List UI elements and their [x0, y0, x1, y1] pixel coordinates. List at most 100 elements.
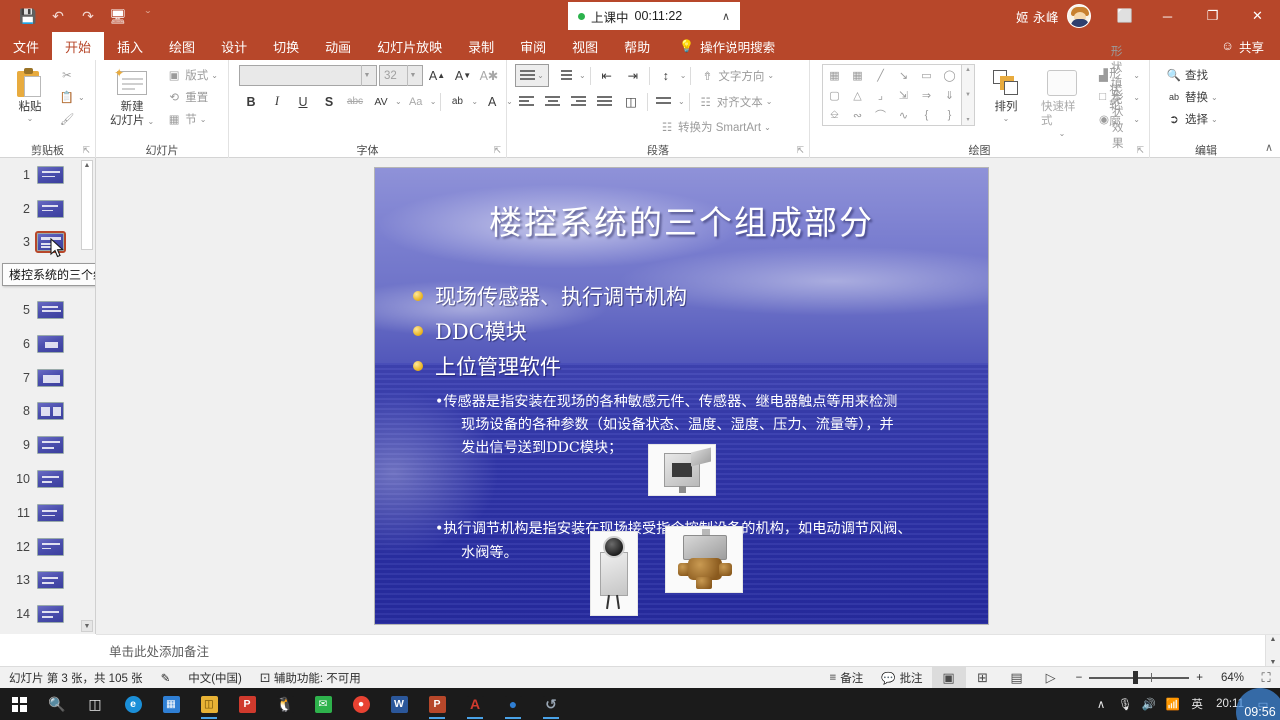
thumbnail-preview[interactable]	[37, 402, 64, 421]
thumbnail-preview[interactable]	[37, 301, 64, 320]
font-size-input[interactable]: 32 ▼	[379, 65, 423, 86]
tab-draw[interactable]: 绘图	[156, 32, 208, 60]
thumbnail-preview[interactable]	[37, 605, 64, 624]
shapes-more-icon[interactable]: ▾	[966, 116, 969, 123]
font-color-button[interactable]: A	[480, 90, 504, 113]
elbow-connector-icon[interactable]: ⌟	[878, 89, 883, 102]
fit-slide-to-window-button[interactable]: ⛶	[1252, 667, 1280, 689]
align-right-button[interactable]	[567, 90, 591, 113]
redo-icon[interactable]: ↷	[74, 3, 102, 29]
line-spacing-button[interactable]: ↕	[654, 64, 678, 87]
location-app-taskbar-icon[interactable]: ●	[494, 688, 532, 720]
scroll-up-icon[interactable]: ▲	[965, 67, 971, 73]
right-brace-shape-icon[interactable]: }	[948, 109, 952, 121]
spelling-check-icon[interactable]: ✎	[152, 667, 180, 689]
paragraph-dialog-launcher-icon[interactable]: ⇱	[796, 145, 804, 156]
shapes-grid[interactable]: ▦ ▦ ╱ ↘ ▭ ◯ ▢ △ ⌟ ⇲ ⇒ ⇓ ⎒ ∾ ⌒ ∿ {}	[822, 64, 962, 126]
thumbnail-preview[interactable]	[37, 503, 64, 522]
bullets-button[interactable]: ⌄	[515, 64, 549, 87]
zoom-control[interactable]: − + 64%	[1068, 671, 1252, 685]
thumbnail-preview[interactable]	[37, 368, 64, 387]
change-case-button[interactable]: Aa	[404, 90, 428, 113]
character-spacing-button[interactable]: AV	[369, 90, 393, 113]
convert-to-smartart-button[interactable]: ☷ 转换为 SmartArt ⌄	[655, 116, 775, 138]
tab-animations[interactable]: 动画	[312, 32, 364, 60]
tab-view[interactable]: 视图	[559, 32, 611, 60]
slide-bullet-item[interactable]: 现场传感器、执行调节机构	[413, 278, 953, 313]
freeform-shape-icon[interactable]: ∾	[853, 109, 862, 122]
store-taskbar-icon[interactable]: ▦	[152, 688, 190, 720]
chevron-down-icon[interactable]: ⌄	[148, 117, 155, 127]
customize-quick-access-icon[interactable]: ˇ	[134, 3, 162, 29]
arc-shape-icon[interactable]: ⌒	[875, 107, 886, 123]
tab-record[interactable]: 录制	[455, 32, 507, 60]
reset-button[interactable]: ⟲ 重置	[162, 86, 222, 108]
decrease-indent-button[interactable]: ⇤	[595, 64, 619, 87]
shape-effects-button[interactable]: ◉ 形状效果 ⌄	[1095, 90, 1144, 150]
accessibility-status[interactable]: ⚀ 辅助功能: 不可用	[251, 667, 370, 689]
tab-file[interactable]: 文件	[0, 32, 52, 60]
clipboard-dialog-launcher-icon[interactable]: ⇱	[82, 145, 90, 156]
start-button[interactable]	[0, 688, 38, 720]
font-name-dropdown-icon[interactable]: ▼	[361, 65, 372, 86]
wechat-taskbar-icon[interactable]: ✉	[304, 688, 342, 720]
triangle-shape-icon[interactable]: △	[853, 89, 861, 102]
chevron-up-icon[interactable]: ∧	[722, 10, 730, 23]
underline-button[interactable]: U	[291, 90, 315, 113]
zoom-slider[interactable]	[1089, 671, 1190, 685]
reading-view-button[interactable]: ▤	[1000, 667, 1034, 689]
tab-review[interactable]: 审阅	[507, 32, 559, 60]
tab-slideshow[interactable]: 幻灯片放映	[364, 32, 455, 60]
word-taskbar-icon[interactable]: W	[380, 688, 418, 720]
font-size-dropdown-icon[interactable]: ▼	[407, 65, 418, 86]
format-painter-button[interactable]: 🖌	[55, 108, 89, 130]
numbering-button[interactable]	[551, 64, 577, 87]
bold-button[interactable]: B	[239, 90, 263, 113]
network-icon[interactable]: 📶	[1162, 688, 1184, 720]
ddc-module-photo[interactable]	[648, 444, 716, 496]
start-slideshow-icon[interactable]: 🖥	[104, 3, 132, 29]
paste-button[interactable]: 粘贴 ⌄	[5, 64, 55, 126]
slide-title[interactable]: 楼控系统的三个组成部分	[375, 196, 988, 244]
section-button[interactable]: ▦ 节 ⌄	[162, 108, 222, 130]
scroll-up-icon[interactable]: ▲	[1270, 636, 1277, 643]
cut-button[interactable]: ✂	[55, 64, 89, 86]
decrease-font-size-button[interactable]: A ▼	[451, 64, 475, 87]
taskbar-search-button[interactable]: 🔍	[38, 688, 76, 720]
justify-button[interactable]	[593, 90, 617, 113]
thumbnail-scrollbar-thumb[interactable]: ▲	[81, 160, 93, 250]
restore-button[interactable]: ❐	[1190, 0, 1235, 32]
thumbnail-preview[interactable]	[37, 571, 64, 590]
slideshow-view-button[interactable]: ▷	[1034, 667, 1068, 689]
slide-thumbnail-pane[interactable]: 1 2 3 4 5 6 7 8	[0, 158, 96, 634]
zoom-percentage[interactable]: 64%	[1210, 672, 1244, 684]
avatar[interactable]	[1067, 4, 1091, 28]
notes-pane[interactable]: 单击此处添加备注 ▲ ▼	[96, 634, 1280, 667]
scroll-up-icon[interactable]: ▲	[82, 161, 92, 171]
rounded-rect-shape-icon[interactable]: ▢	[829, 89, 839, 102]
increase-font-size-button[interactable]: A ▲	[425, 64, 449, 87]
strikethrough-button[interactable]: abc	[343, 90, 367, 113]
scroll-down-icon[interactable]: ▼	[965, 92, 971, 98]
zoom-in-button[interactable]: +	[1196, 672, 1203, 684]
task-view-button[interactable]: ◫	[76, 688, 114, 720]
thumbnail-preview[interactable]	[37, 470, 64, 489]
thumbnail-preview[interactable]	[37, 436, 64, 455]
slide-sorter-view-button[interactable]: ⊞	[966, 667, 1000, 689]
show-hidden-icons-button[interactable]: ∧	[1090, 688, 1112, 720]
arrange-button[interactable]: 排列 ⌄	[981, 64, 1031, 126]
powerpoint-taskbar-icon[interactable]: P	[418, 688, 456, 720]
ime-indicator[interactable]: 英	[1186, 688, 1208, 720]
tab-help[interactable]: 帮助	[611, 32, 663, 60]
font-dialog-launcher-icon[interactable]: ⇱	[493, 145, 501, 156]
copy-button[interactable]: 📋 ⌄	[55, 86, 89, 108]
text-shadow-button[interactable]: S	[317, 90, 341, 113]
right-arrow-shape-icon[interactable]: ⇒	[922, 89, 931, 102]
drawing-dialog-launcher-icon[interactable]: ⇱	[1136, 145, 1144, 156]
text-direction-button[interactable]: ⇮ 文字方向 ⌄	[695, 65, 778, 87]
volume-icon[interactable]: 🔊	[1138, 688, 1160, 720]
slide-bullet-list[interactable]: 现场传感器、执行调节机构 DDC模块 上位管理软件	[413, 278, 953, 383]
file-explorer-taskbar-icon[interactable]: ◫	[190, 688, 228, 720]
account-name[interactable]: 姬 永峰	[1016, 7, 1067, 26]
curve-shape-icon[interactable]: ∿	[899, 109, 908, 122]
